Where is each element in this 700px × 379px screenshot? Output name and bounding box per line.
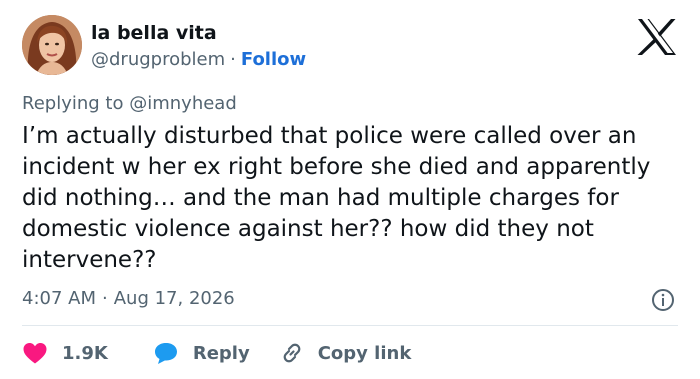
tweet-text: I’m actually disturbed that police were … — [22, 123, 651, 273]
like-button[interactable]: 1.9K — [22, 341, 108, 365]
x-logo-icon[interactable] — [636, 18, 678, 56]
avatar-image — [22, 15, 82, 75]
copy-link-label: Copy link — [317, 342, 412, 364]
separator-dot: · — [102, 288, 108, 309]
reply-label: Reply — [192, 342, 250, 364]
follow-button[interactable]: Follow — [241, 49, 306, 70]
tweet-date: Aug 17, 2026 — [113, 288, 235, 309]
like-count: 1.9K — [62, 342, 108, 364]
user-handle[interactable]: @drugproblem — [91, 49, 225, 70]
separator-dot: · — [230, 49, 236, 70]
reply-prefix: Replying to — [22, 93, 124, 114]
divider — [22, 325, 678, 326]
tweet-time: 4:07 AM — [22, 288, 96, 309]
tweet-card: la bella vita @drugproblem · Follow Replyi… — [0, 0, 700, 379]
timestamp[interactable]: 4:07 AM · Aug 17, 2026 — [22, 288, 235, 309]
handle-row: @drugproblem · Follow — [91, 49, 306, 70]
avatar[interactable] — [22, 15, 82, 75]
copy-link-button[interactable]: Copy link — [280, 341, 412, 365]
heart-icon — [23, 343, 47, 364]
display-name[interactable]: la bella vita — [91, 22, 217, 44]
speech-bubble-icon — [154, 343, 177, 364]
info-icon[interactable] — [651, 288, 675, 312]
reply-button[interactable]: Reply — [153, 341, 250, 365]
action-bar: 1.9K Reply Copy link — [22, 338, 411, 368]
reply-context: Replying to @imnyhead — [22, 93, 237, 114]
link-icon — [283, 343, 301, 363]
reply-mention-link[interactable]: @imnyhead — [129, 93, 237, 114]
